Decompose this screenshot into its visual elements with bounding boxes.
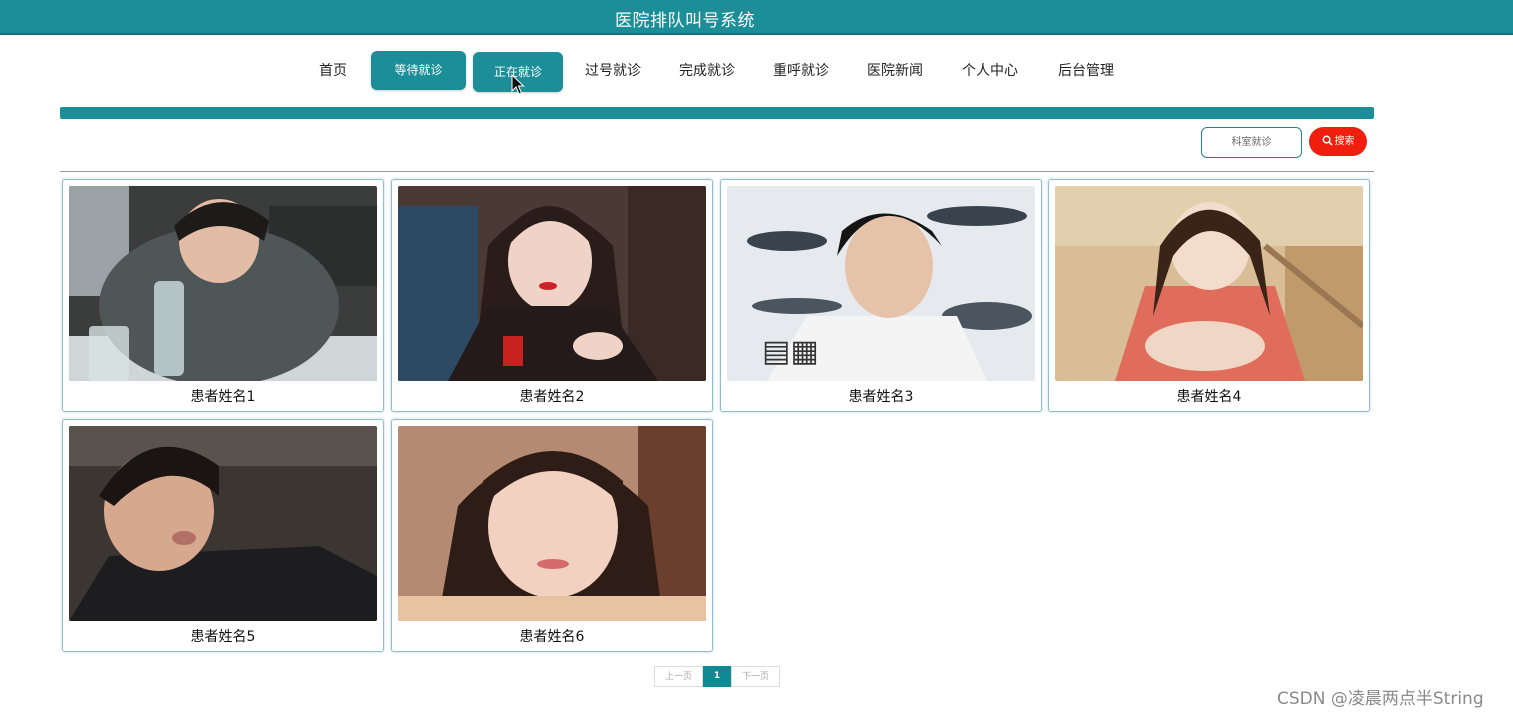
pagination-next[interactable]: 下一页 [731, 666, 780, 687]
section-rule [60, 107, 1374, 119]
patient-card[interactable]: 患者姓名5 [62, 419, 384, 652]
department-filter-button[interactable]: 科室就诊 [1201, 127, 1302, 158]
patient-photo [69, 426, 377, 621]
app-title: 医院排队叫号系统 [615, 11, 755, 31]
nav-missed[interactable]: 过号就诊 [578, 52, 648, 90]
patient-name: 患者姓名4 [1176, 389, 1242, 405]
patient-name: 患者姓名5 [190, 629, 256, 645]
patient-card[interactable]: 患者姓名4 [1048, 179, 1370, 412]
patient-card[interactable]: 患者姓名6 [391, 419, 713, 652]
nav-completed[interactable]: 完成就诊 [672, 52, 742, 90]
svg-text:▤▦: ▤▦ [762, 334, 819, 369]
nav-profile[interactable]: 个人中心 [955, 52, 1025, 90]
patient-card[interactable]: ▤▦ 患者姓名3 [720, 179, 1042, 412]
divider [60, 171, 1374, 172]
patient-card[interactable]: 患者姓名2 [391, 179, 713, 412]
search-button[interactable]: 搜索 [1309, 127, 1367, 156]
nav-admin[interactable]: 后台管理 [1051, 52, 1121, 90]
patient-photo [398, 186, 706, 381]
pagination-prev[interactable]: 上一页 [654, 666, 703, 687]
mouse-cursor-icon [511, 74, 525, 95]
patient-photo [1055, 186, 1363, 381]
pagination-current-page[interactable]: 1 [703, 666, 731, 687]
main-nav: 首页 等待就诊 正在就诊 过号就诊 完成就诊 重呼就诊 医院新闻 个人中心 后台… [0, 48, 1513, 94]
top-header: 医院排队叫号系统 [0, 0, 1513, 35]
patient-photo: ▤▦ [727, 186, 1035, 381]
patient-name: 患者姓名2 [519, 389, 585, 405]
search-button-label: 搜索 [1334, 136, 1355, 147]
nav-home[interactable]: 首页 [308, 52, 358, 90]
patient-name: 患者姓名3 [848, 389, 914, 405]
watermark: CSDN @凌晨两点半String [1277, 689, 1484, 709]
nav-recall[interactable]: 重呼就诊 [766, 52, 836, 90]
patient-name: 患者姓名1 [190, 389, 256, 405]
patient-photo [69, 186, 377, 381]
nav-news[interactable]: 医院新闻 [860, 52, 930, 90]
patient-card[interactable]: 患者姓名1 [62, 179, 384, 412]
patient-photo [398, 426, 706, 621]
search-icon [1322, 135, 1333, 146]
patient-name: 患者姓名6 [519, 629, 585, 645]
nav-waiting[interactable]: 等待就诊 [371, 51, 466, 90]
